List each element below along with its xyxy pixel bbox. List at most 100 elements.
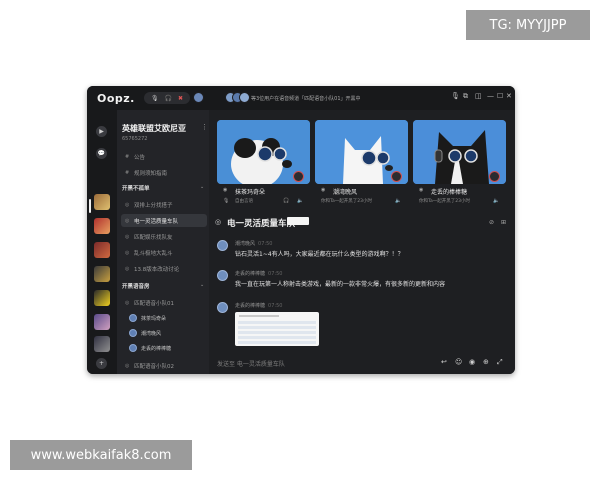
member-name: 潮湾晚风 (141, 330, 162, 337)
mic-status-icon[interactable]: 🎙 (451, 92, 460, 100)
expand-icon[interactable]: ⤢ (497, 358, 503, 367)
channel-label: 匹配语音小队02 (134, 363, 174, 370)
avatar (129, 344, 137, 352)
channel-icon: # (125, 169, 130, 176)
server-icon[interactable] (94, 218, 110, 234)
channel-announcements[interactable]: # 公告 (121, 150, 207, 163)
microphone-icon[interactable]: 🎙 (223, 198, 229, 204)
chat-icon[interactable]: 💬 (96, 148, 107, 159)
card-status: 你和Ta一起开黑了23小时 (321, 199, 372, 204)
card-status: 自由言语 (235, 199, 253, 204)
layout-icon[interactable]: ◫ (475, 92, 482, 100)
card-username: 走丢的棒棒糖 (431, 189, 468, 196)
group-header[interactable]: 开黑不孤单 (122, 184, 150, 192)
user-icon: ◉ (321, 187, 326, 193)
chevron-down-icon[interactable]: ⌄ (200, 184, 204, 190)
server-icon[interactable] (94, 194, 110, 210)
tag-icon[interactable]: ⊘ (489, 219, 494, 226)
voice-member[interactable]: 抹茶玛奇朵 (129, 314, 166, 322)
channel-label: 乱斗极地大乱斗 (134, 250, 173, 257)
channel-item-active[interactable]: ◎ 电一灵活质量车队 (121, 214, 207, 227)
channel-rules[interactable]: # 规则须知指南 (121, 166, 207, 179)
chevron-down-icon[interactable]: ⌄ (200, 282, 204, 288)
volume-icon[interactable]: 🔈 (297, 198, 303, 204)
voice-channel-icon: ◎ (125, 201, 130, 208)
message-image-attachment[interactable] (235, 312, 319, 346)
avatar[interactable] (217, 302, 228, 313)
server-icon[interactable] (94, 314, 110, 330)
channel-item[interactable]: ◎ 乱斗极地大乱斗 (121, 246, 207, 259)
server-icon[interactable] (94, 290, 110, 306)
watermark-top: TG: MYYJJPP (466, 10, 590, 40)
status-badge (391, 171, 402, 182)
headphones-icon[interactable]: 🎧 (283, 198, 289, 204)
online-user-avatar[interactable] (239, 92, 250, 103)
user-icon: ◉ (223, 187, 228, 193)
voice-controls[interactable]: 🎙 🎧 ✖ (144, 92, 190, 104)
member-name: 抹茶玛奇朵 (141, 315, 167, 322)
server-icon[interactable] (94, 242, 110, 258)
server-icon[interactable] (94, 336, 110, 352)
share-icon[interactable]: ⊞ (501, 219, 506, 226)
avatar[interactable] (217, 240, 228, 251)
avatar[interactable] (217, 270, 228, 281)
play-icon[interactable]: ▶ (96, 126, 107, 137)
channel-sidebar: 英雄联盟艾欧尼亚 ⋮ 65765272 # 公告 # 规则须知指南 开黑不孤单 … (117, 110, 209, 374)
channel-tag (287, 217, 309, 225)
image-content (238, 341, 316, 344)
add-server-icon[interactable]: + (96, 358, 107, 369)
microphone-icon[interactable]: 🎙 (151, 95, 159, 102)
voice-room-item[interactable]: ◎ 匹配语音小队01 (121, 296, 207, 309)
image-content (238, 331, 316, 334)
card-username: 潮湾晚风 (333, 189, 358, 196)
headphones-icon[interactable]: 🎧 (165, 95, 172, 102)
close-button[interactable]: ✕ (506, 92, 512, 100)
maximize-button[interactable]: ☐ (497, 92, 503, 100)
message-author[interactable]: 走丢的棒棒糖 07:50 (235, 302, 282, 309)
hangup-icon[interactable]: ✖ (178, 95, 183, 102)
minimize-button[interactable]: — (487, 92, 494, 100)
status-badge (293, 171, 304, 182)
channel-icon: ◎ (215, 218, 222, 226)
voice-channel-icon: ◎ (125, 362, 130, 369)
online-status-text[interactable]: 等3位用户在语音频道「匹配语音小队01」开黑中 (251, 95, 361, 102)
voice-user-card[interactable]: ◉ 抹茶玛奇朵 🎙 自由言语 🎧 🔈 (217, 120, 310, 206)
channel-label: 匹配娱乐找队友 (134, 234, 173, 241)
message-text: 我一直在玩第一人称射击类游戏，最新的一款非常火爆，有很多新的更新和内容 (235, 281, 446, 288)
voice-user-card[interactable]: ◉ 潮湾晚风 你和Ta一起开黑了23小时 🔈 (315, 120, 408, 206)
more-icon[interactable]: ⋮ (201, 123, 208, 131)
user-avatar[interactable] (193, 92, 204, 103)
record-icon[interactable]: ◉ (469, 358, 475, 366)
title-bar: Oopz. 🎙 🎧 ✖ 等3位用户在语音频道「匹配语音小队01」开黑中 🎙 ⧉ … (87, 86, 515, 110)
channel-item[interactable]: ◎ 13.8版本改动讨论 (121, 262, 207, 275)
screen-icon[interactable]: ⧉ (463, 92, 468, 101)
status-badge (489, 171, 500, 182)
channel-item[interactable]: ◎ 匹配娱乐找队友 (121, 230, 207, 243)
app-logo: Oopz. (97, 92, 135, 105)
channel-label: 公告 (134, 154, 146, 161)
volume-icon[interactable]: 🔈 (493, 198, 499, 204)
member-name: 走丢的棒棒糖 (141, 345, 172, 352)
server-name[interactable]: 英雄联盟艾欧尼亚 (122, 123, 186, 134)
return-icon[interactable]: ↩ (441, 358, 447, 366)
emoji-icon[interactable]: ☺ (455, 358, 462, 366)
voice-user-card[interactable]: ◉ 走丢的棒棒糖 你和Ta一起开黑了23小时 🔈 (413, 120, 506, 206)
group-header[interactable]: 开黑语音房 (122, 282, 150, 290)
volume-icon[interactable]: 🔈 (395, 198, 401, 204)
voice-member[interactable]: 走丢的棒棒糖 (129, 344, 171, 352)
add-attachment-icon[interactable]: ⊕ (483, 358, 489, 366)
message-author[interactable]: 潮湾晚风 07:50 (235, 240, 272, 247)
chat-header: ◎ 电一灵活质量车队 ⊘ ⊞ (209, 214, 515, 232)
voice-channel-icon: ◎ (125, 299, 130, 306)
message-author[interactable]: 走丢的棒棒糖 07:50 (235, 270, 282, 277)
user-icon: ◉ (419, 187, 424, 193)
message-text: 钻石灵活1~4有人吗，大家最近都在玩什么类型的游戏啊？！？ (235, 251, 404, 258)
channel-item[interactable]: ◎ 双排上分找搭子 (121, 198, 207, 211)
voice-member[interactable]: 潮湾晚风 (129, 329, 161, 337)
server-id: 65765272 (122, 136, 148, 142)
server-rail: ▶ 💬 + (87, 110, 117, 374)
voice-channel-icon: ◎ (125, 233, 130, 240)
server-icon[interactable] (94, 266, 110, 282)
voice-room-item[interactable]: ◎ 匹配语音小队02 (121, 359, 207, 372)
message-input[interactable]: 发送至 电一灵活质量车队 (217, 359, 285, 368)
